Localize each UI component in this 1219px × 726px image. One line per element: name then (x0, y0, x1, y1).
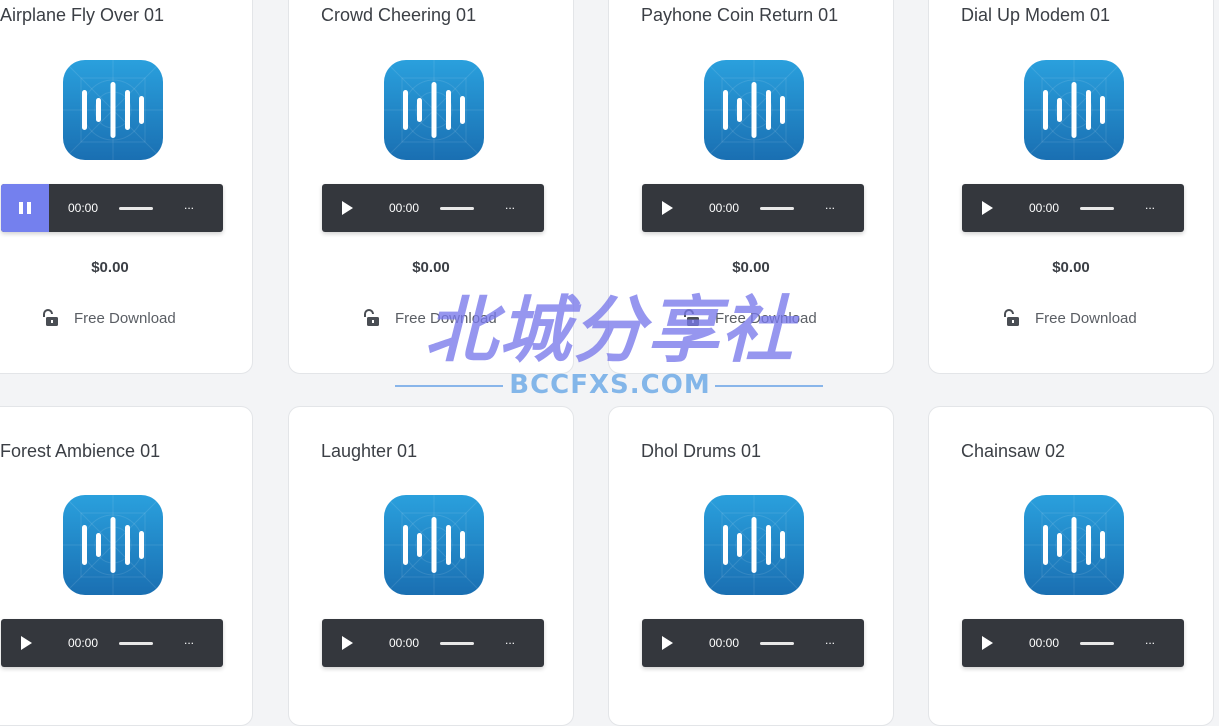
more-options-button[interactable]: ... (1145, 633, 1155, 647)
sound-wave-icon (63, 60, 163, 160)
more-options-button[interactable]: ... (505, 198, 515, 212)
audio-card: Airplane Fly Over 01 00:00 ... $0.00 Fre… (0, 0, 253, 374)
current-time: 00:00 (709, 201, 740, 215)
card-title[interactable]: Chainsaw 02 (961, 441, 1065, 462)
more-options-button[interactable]: ... (1145, 198, 1155, 212)
play-icon (342, 636, 353, 650)
play-button[interactable] (642, 619, 690, 667)
sound-wave-icon (384, 60, 484, 160)
price: $0.00 (732, 259, 770, 276)
sound-wave-icon (704, 495, 804, 595)
current-time: 00:00 (68, 636, 99, 650)
download-label: Free Download (1035, 309, 1137, 327)
progress-slider[interactable] (119, 642, 153, 645)
free-download-link[interactable]: Free Download (40, 308, 176, 328)
play-icon (662, 201, 673, 215)
card-title[interactable]: Payhone Coin Return 01 (641, 5, 838, 26)
price: $0.00 (412, 259, 450, 276)
play-icon (982, 636, 993, 650)
card-title[interactable]: Airplane Fly Over 01 (0, 5, 164, 26)
card-title[interactable]: Forest Ambience 01 (0, 441, 160, 462)
price: $0.00 (1052, 259, 1090, 276)
progress-slider[interactable] (760, 642, 794, 645)
audio-player: 00:00 ... (642, 619, 864, 667)
card-title[interactable]: Dial Up Modem 01 (961, 5, 1110, 26)
more-options-button[interactable]: ... (825, 198, 835, 212)
play-button[interactable] (322, 184, 370, 232)
unlock-icon (1001, 308, 1023, 328)
play-icon (662, 636, 673, 650)
more-options-button[interactable]: ... (505, 633, 515, 647)
progress-slider[interactable] (119, 207, 153, 210)
audio-card: Laughter 01 00:00 ... (288, 406, 574, 726)
audio-card: Payhone Coin Return 01 00:00 ... $0.00 F… (608, 0, 894, 374)
free-download-link[interactable]: Free Download (681, 308, 817, 328)
audio-player: 00:00 ... (322, 619, 544, 667)
unlock-icon (361, 308, 383, 328)
free-download-link[interactable]: Free Download (361, 308, 497, 328)
sound-wave-icon (1024, 495, 1124, 595)
progress-slider[interactable] (760, 207, 794, 210)
progress-slider[interactable] (1080, 207, 1114, 210)
audio-player: 00:00 ... (642, 184, 864, 232)
pause-button[interactable] (1, 184, 49, 232)
sound-wave-icon (63, 495, 163, 595)
audio-card: Dhol Drums 01 00:00 ... (608, 406, 894, 726)
audio-player: 00:00 ... (1, 619, 223, 667)
pause-icon (19, 202, 31, 214)
download-label: Free Download (395, 309, 497, 327)
price: $0.00 (91, 259, 129, 276)
audio-player: 00:00 ... (962, 619, 1184, 667)
unlock-icon (40, 308, 62, 328)
card-title[interactable]: Laughter 01 (321, 441, 417, 462)
more-options-button[interactable]: ... (184, 198, 194, 212)
current-time: 00:00 (389, 636, 420, 650)
unlock-icon (681, 308, 703, 328)
audio-grid: Airplane Fly Over 01 00:00 ... $0.00 Fre… (0, 0, 1219, 726)
play-button[interactable] (322, 619, 370, 667)
progress-slider[interactable] (440, 207, 474, 210)
more-options-button[interactable]: ... (825, 633, 835, 647)
free-download-link[interactable]: Free Download (1001, 308, 1137, 328)
current-time: 00:00 (1029, 201, 1060, 215)
play-icon (342, 201, 353, 215)
play-button[interactable] (1, 619, 49, 667)
current-time: 00:00 (68, 201, 99, 215)
audio-player: 00:00 ... (322, 184, 544, 232)
audio-card: Dial Up Modem 01 00:00 ... $0.00 Free Do… (928, 0, 1214, 374)
progress-slider[interactable] (1080, 642, 1114, 645)
download-label: Free Download (74, 309, 176, 327)
play-icon (982, 201, 993, 215)
sound-wave-icon (1024, 60, 1124, 160)
play-button[interactable] (962, 184, 1010, 232)
current-time: 00:00 (709, 636, 740, 650)
download-label: Free Download (715, 309, 817, 327)
audio-card: Crowd Cheering 01 00:00 ... $0.00 Free D… (288, 0, 574, 374)
progress-slider[interactable] (440, 642, 474, 645)
card-title[interactable]: Dhol Drums 01 (641, 441, 761, 462)
audio-player: 00:00 ... (1, 184, 223, 232)
audio-card: Chainsaw 02 00:00 ... (928, 406, 1214, 726)
more-options-button[interactable]: ... (184, 633, 194, 647)
play-button[interactable] (642, 184, 690, 232)
current-time: 00:00 (389, 201, 420, 215)
sound-wave-icon (384, 495, 484, 595)
sound-wave-icon (704, 60, 804, 160)
audio-player: 00:00 ... (962, 184, 1184, 232)
card-title[interactable]: Crowd Cheering 01 (321, 5, 476, 26)
play-icon (21, 636, 32, 650)
current-time: 00:00 (1029, 636, 1060, 650)
audio-card: Forest Ambience 01 00:00 ... (0, 406, 253, 726)
play-button[interactable] (962, 619, 1010, 667)
